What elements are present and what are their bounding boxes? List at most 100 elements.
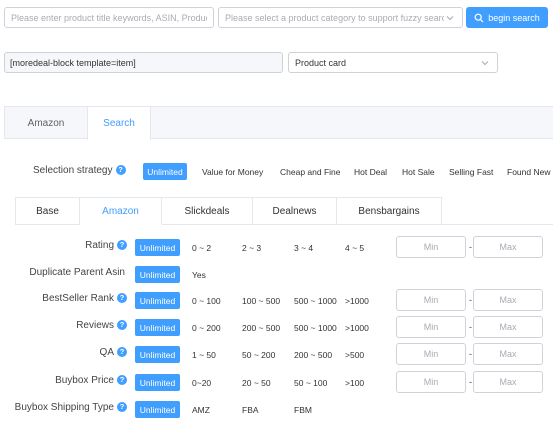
filter-option[interactable]: 200 ~ 500 bbox=[242, 323, 280, 333]
filter-unlimited-label: Unlimited bbox=[139, 295, 176, 306]
tab-slickdeals-label: Slickdeals bbox=[184, 205, 230, 217]
card-type-select[interactable]: Product card bbox=[288, 52, 498, 73]
filter-label: BestSeller Rank? bbox=[42, 293, 127, 304]
tab-dealnews[interactable]: Dealnews bbox=[253, 198, 337, 225]
tab-amazon-label: Amazon bbox=[27, 117, 65, 129]
filter-unlimited[interactable]: Unlimited bbox=[135, 266, 180, 283]
strategy-label-text: Selection strategy bbox=[33, 165, 113, 176]
filter-option[interactable]: 500 ~ 1000 bbox=[294, 296, 337, 306]
filter-option[interactable]: 500 ~ 1000 bbox=[294, 323, 337, 333]
search-icon bbox=[474, 13, 484, 22]
filter-label: Duplicate Parent Asin bbox=[29, 267, 125, 278]
begin-search-button[interactable]: begin search bbox=[466, 7, 548, 28]
question-circle-icon: ? bbox=[117, 347, 127, 358]
strategy-option[interactable]: Found New bbox=[507, 167, 550, 177]
strategy-unlimited[interactable]: Unlimited bbox=[143, 163, 187, 180]
question-circle-icon: ? bbox=[117, 240, 127, 251]
range-separator: - bbox=[469, 349, 472, 359]
min-placeholder: Min bbox=[423, 349, 439, 359]
filter-row-duplicate-parent-asin: Duplicate Parent Asin bbox=[0, 267, 127, 283]
chevron-down-icon bbox=[446, 15, 454, 20]
filter-option[interactable]: FBM bbox=[294, 405, 312, 415]
range-separator: - bbox=[469, 377, 472, 387]
max-input[interactable]: Max bbox=[473, 316, 543, 338]
filter-option[interactable]: 2 ~ 3 bbox=[242, 243, 261, 253]
filter-unlimited[interactable]: Unlimited bbox=[135, 374, 180, 391]
filter-label-text: Buybox Price bbox=[55, 375, 114, 386]
filter-option[interactable]: 0~20 bbox=[192, 378, 211, 388]
outer-tab-bar: Amazon Search bbox=[4, 106, 553, 140]
filter-option[interactable]: FBA bbox=[242, 405, 259, 415]
filter-option[interactable]: >100 bbox=[345, 378, 364, 388]
inner-tab-bar: Base Amazon Slickdeals Dealnews Bensbarg… bbox=[15, 197, 442, 225]
filter-option[interactable]: 4 ~ 5 bbox=[345, 243, 364, 253]
tab-amazon[interactable]: Amazon bbox=[5, 107, 87, 139]
filter-label: Reviews? bbox=[76, 320, 127, 331]
question-circle-icon: ? bbox=[115, 165, 126, 176]
filter-label-text: Reviews bbox=[76, 320, 114, 331]
filter-option[interactable]: >500 bbox=[345, 350, 364, 360]
filter-row-rating: Rating? bbox=[0, 240, 127, 256]
filter-option[interactable]: >1000 bbox=[345, 296, 369, 306]
max-placeholder: Max bbox=[499, 377, 517, 387]
filter-label-text: Rating bbox=[85, 240, 114, 251]
filter-unlimited[interactable]: Unlimited bbox=[135, 346, 180, 363]
filter-unlimited[interactable]: Unlimited bbox=[135, 319, 180, 336]
tab-search-label: Search bbox=[103, 118, 135, 129]
filter-option[interactable]: 20 ~ 50 bbox=[242, 378, 271, 388]
strategy-option[interactable]: Hot Deal bbox=[354, 167, 387, 177]
filter-option[interactable]: 200 ~ 500 bbox=[294, 350, 332, 360]
filter-option[interactable]: 50 ~ 100 bbox=[294, 378, 327, 388]
shortcode-field[interactable]: [moredeal-block template=item] bbox=[4, 52, 283, 73]
filter-unlimited[interactable]: Unlimited bbox=[135, 292, 180, 309]
max-input[interactable]: Max bbox=[473, 371, 543, 393]
filter-option[interactable]: >1000 bbox=[345, 323, 369, 333]
filter-option[interactable]: 1 ~ 50 bbox=[192, 350, 216, 360]
max-placeholder: Max bbox=[499, 349, 517, 359]
filter-row-bestseller-rank: BestSeller Rank? bbox=[0, 293, 127, 309]
strategy-option[interactable]: Value for Money bbox=[202, 167, 263, 177]
filter-option[interactable]: Yes bbox=[192, 270, 206, 280]
filter-option[interactable]: 0 ~ 100 bbox=[192, 296, 221, 306]
tab-amazon-source[interactable]: Amazon bbox=[80, 198, 162, 225]
max-input[interactable]: Max bbox=[473, 236, 543, 258]
filter-option[interactable]: 50 ~ 200 bbox=[242, 350, 275, 360]
chevron-down-icon bbox=[481, 60, 489, 65]
max-input[interactable]: Max bbox=[473, 343, 543, 365]
strategy-unlimited-label: Unlimited bbox=[147, 166, 183, 177]
filter-unlimited[interactable]: Unlimited bbox=[135, 239, 180, 256]
range-separator: - bbox=[469, 242, 472, 252]
strategy-option[interactable]: Cheap and Fine bbox=[280, 167, 341, 177]
filter-option[interactable]: 100 ~ 500 bbox=[242, 296, 280, 306]
min-input[interactable]: Min bbox=[396, 371, 466, 393]
tab-base-label: Base bbox=[36, 205, 59, 217]
strategy-option[interactable]: Hot Sale bbox=[402, 167, 435, 177]
tab-slickdeals[interactable]: Slickdeals bbox=[162, 198, 253, 225]
max-placeholder: Max bbox=[499, 295, 517, 305]
min-placeholder: Min bbox=[423, 322, 439, 332]
filter-option[interactable]: 0 ~ 200 bbox=[192, 323, 221, 333]
question-circle-icon: ? bbox=[117, 293, 127, 304]
filter-option[interactable]: 3 ~ 4 bbox=[294, 243, 313, 253]
min-placeholder: Min bbox=[423, 377, 439, 387]
min-input[interactable]: Min bbox=[396, 343, 466, 365]
strategy-option[interactable]: Selling Fast bbox=[449, 167, 493, 177]
range-separator: - bbox=[469, 322, 472, 332]
filter-row-reviews: Reviews? bbox=[0, 320, 127, 336]
keyword-search-input[interactable] bbox=[4, 7, 214, 28]
filter-option[interactable]: 0 ~ 2 bbox=[192, 243, 211, 253]
min-input[interactable]: Min bbox=[396, 316, 466, 338]
min-input[interactable]: Min bbox=[396, 289, 466, 311]
range-separator: - bbox=[469, 295, 472, 305]
filter-row-buybox-shipping-type: Buybox Shipping Type? bbox=[0, 402, 127, 418]
category-select[interactable]: Please select a product category to supp… bbox=[218, 7, 463, 28]
tab-search[interactable]: Search bbox=[87, 107, 151, 140]
filter-option[interactable]: AMZ bbox=[192, 405, 210, 415]
tab-base[interactable]: Base bbox=[16, 198, 80, 225]
filter-unlimited[interactable]: Unlimited bbox=[135, 401, 180, 418]
min-input[interactable]: Min bbox=[396, 236, 466, 258]
max-input[interactable]: Max bbox=[473, 289, 543, 311]
tab-bensbargains[interactable]: Bensbargains bbox=[337, 198, 442, 225]
max-placeholder: Max bbox=[499, 322, 517, 332]
filter-label: Buybox Shipping Type? bbox=[15, 402, 127, 413]
